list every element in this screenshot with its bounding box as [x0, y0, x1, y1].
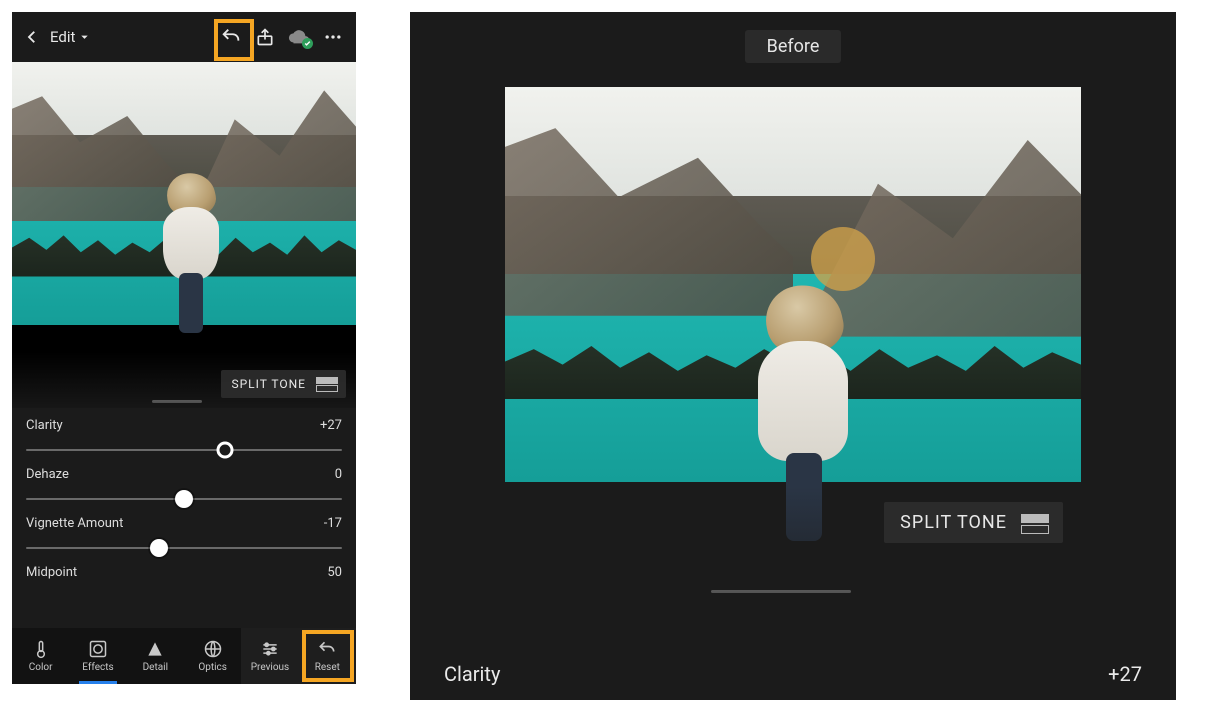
slider-label: Midpoint: [26, 565, 77, 580]
tab-label: Reset: [315, 662, 340, 673]
split-tone-icon: [316, 377, 336, 391]
preview-photo-canvas[interactable]: SPLIT TONE: [505, 87, 1081, 607]
preview-slider-row: Clarity +27: [444, 662, 1142, 686]
touch-indicator: [811, 227, 875, 291]
share-button[interactable]: [248, 20, 282, 54]
slider-label: Clarity: [444, 662, 500, 686]
tab-effects[interactable]: Effects: [69, 628, 126, 684]
mode-dropdown[interactable]: Edit: [50, 28, 90, 46]
top-bar: Edit: [12, 12, 356, 62]
mode-label: Edit: [50, 28, 75, 46]
sliders-icon: [260, 639, 280, 659]
dehaze-slider[interactable]: [26, 486, 342, 512]
photo-canvas[interactable]: SPLIT TONE: [12, 62, 356, 408]
lens-icon: [203, 639, 223, 659]
bottom-toolbar: Color Effects Detail Optics Previous Res…: [12, 628, 356, 684]
tab-optics[interactable]: Optics: [184, 628, 241, 684]
undo-button[interactable]: [214, 20, 248, 54]
effects-sliders-panel: Clarity +27 Dehaze 0 Vignette Amount -17…: [12, 408, 356, 628]
mobile-editor-screenshot: Edit SPLIT TONE: [12, 12, 356, 684]
slider-value: +27: [1108, 662, 1142, 686]
before-preview-panel: Before SPLIT TONE Clarity +27: [410, 12, 1176, 700]
vignette-icon: [88, 639, 108, 659]
before-badge: Before: [745, 30, 842, 63]
ellipsis-icon: [323, 27, 343, 47]
tab-label: Previous: [251, 662, 290, 673]
undo-icon: [220, 26, 242, 48]
cloud-sync-button[interactable]: [282, 20, 316, 54]
slider-value: -17: [324, 516, 342, 531]
split-tone-icon: [1021, 514, 1047, 532]
share-icon: [255, 27, 275, 47]
check-badge-icon: [302, 38, 313, 49]
clarity-slider[interactable]: [26, 437, 342, 463]
more-button[interactable]: [316, 20, 350, 54]
split-tone-label: SPLIT TONE: [900, 512, 1007, 533]
vignette-amount-slider[interactable]: [26, 535, 342, 561]
slider-label: Vignette Amount: [26, 516, 123, 531]
slider-value: +27: [320, 418, 342, 433]
tab-label: Color: [29, 662, 53, 673]
back-button[interactable]: [18, 28, 46, 46]
tab-previous[interactable]: Previous: [241, 628, 298, 684]
tab-label: Effects: [82, 662, 113, 673]
slider-value: 50: [327, 565, 342, 580]
triangle-icon: [145, 639, 165, 659]
tab-label: Optics: [198, 662, 227, 673]
split-tone-button[interactable]: SPLIT TONE: [221, 370, 346, 398]
split-tone-label: SPLIT TONE: [231, 377, 306, 391]
chevron-down-icon: [79, 32, 90, 43]
tab-color[interactable]: Color: [12, 628, 69, 684]
tab-label: Detail: [143, 662, 168, 673]
undo-icon: [317, 639, 337, 659]
split-tone-button[interactable]: SPLIT TONE: [884, 502, 1063, 543]
slider-label: Dehaze: [26, 467, 69, 482]
slider-label: Clarity: [26, 418, 63, 433]
thermometer-icon: [31, 639, 51, 659]
slider-value: 0: [335, 467, 342, 482]
tab-detail[interactable]: Detail: [127, 628, 184, 684]
tab-reset[interactable]: Reset: [299, 628, 356, 684]
